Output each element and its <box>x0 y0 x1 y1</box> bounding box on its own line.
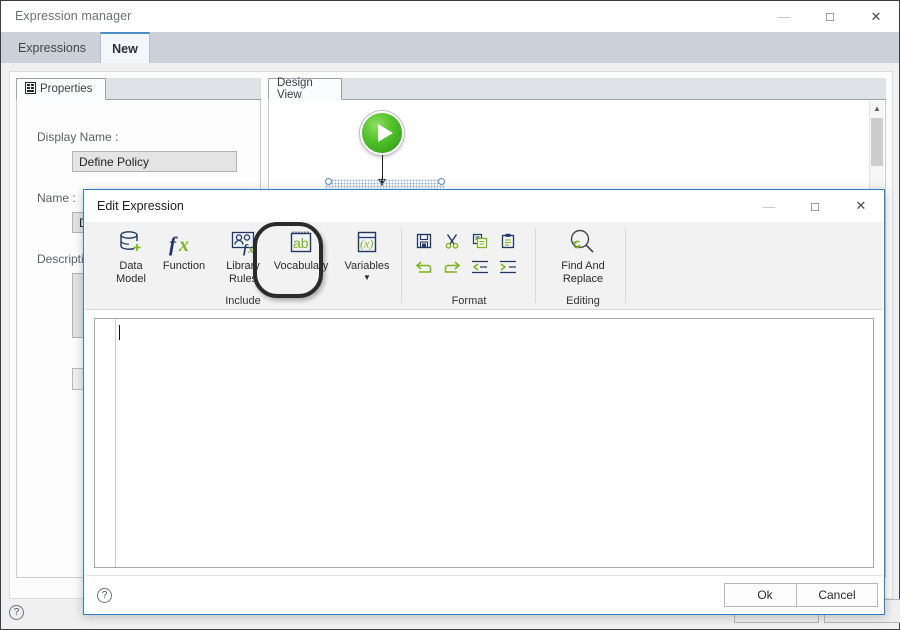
dialog-maximize-button[interactable]: □ <box>792 190 838 222</box>
main-window-title: Expression manager <box>15 9 132 23</box>
scroll-up-arrow-icon[interactable]: ▲ <box>870 101 884 116</box>
ribbon-separator <box>401 228 402 303</box>
dialog-close-button[interactable]: ✕ <box>838 190 884 222</box>
database-add-icon <box>116 226 146 260</box>
display-name-label: Display Name : <box>37 130 119 144</box>
panel-tab-design-view-label: Design View <box>277 77 313 101</box>
panel-tab-properties-label: Properties <box>40 83 93 95</box>
properties-icon <box>25 81 36 97</box>
redo-button[interactable] <box>439 256 465 278</box>
play-start-icon[interactable] <box>360 111 404 155</box>
function-label-line1: Function <box>162 260 206 272</box>
fx-icon: f x <box>167 226 201 260</box>
main-close-button[interactable]: ✕ <box>853 1 899 32</box>
dialog-titlebar: Edit Expression — □ ✕ <box>84 190 884 222</box>
text-caret <box>119 325 120 340</box>
ribbon-group-include-label: Include <box>225 295 261 307</box>
ribbon-group-include: Data Model f x Function f x Library Rule… <box>103 222 403 309</box>
name-label: Name : <box>37 191 76 205</box>
find-replace-magnifier-icon <box>567 226 599 260</box>
properties-tabbar: Properties <box>16 78 261 100</box>
display-name-input[interactable]: Define Policy <box>72 151 237 172</box>
main-tabstrip: Expressions New <box>1 32 899 63</box>
panel-tab-properties[interactable]: Properties <box>16 78 106 100</box>
selection-band <box>325 179 445 189</box>
tab-new[interactable]: New <box>100 32 150 63</box>
main-maximize-button[interactable]: □ <box>807 1 853 32</box>
vocabulary-button[interactable]: ab Vocabulary <box>265 226 337 273</box>
function-button[interactable]: f x Function <box>151 226 217 273</box>
panel-tab-design-view[interactable]: Design View <box>268 77 342 101</box>
design-view-tabbar: Design View <box>268 77 886 101</box>
main-minimize-button[interactable]: — <box>761 1 807 32</box>
dialog-minimize-button[interactable]: — <box>746 190 792 222</box>
main-titlebar: Expression manager — □ ✕ <box>1 1 899 32</box>
expression-editor[interactable] <box>94 318 874 568</box>
main-help-icon[interactable]: ? <box>9 605 24 620</box>
library-rules-button[interactable]: f x Library Rules <box>219 226 267 286</box>
find-and-replace-label-line1: Find And <box>561 260 605 272</box>
dialog-footer: ? Ok Cancel <box>85 575 883 613</box>
data-model-label-line1: Data <box>119 260 143 272</box>
outdent-button[interactable] <box>467 256 493 278</box>
selection-handle[interactable] <box>438 178 445 185</box>
selection-handle[interactable] <box>325 178 332 185</box>
scrollbar-thumb[interactable] <box>871 118 883 166</box>
undo-button[interactable] <box>411 256 437 278</box>
save-button[interactable] <box>411 230 437 252</box>
ribbon-group-editing: Find And Replace Editing <box>543 222 623 309</box>
dialog-help-icon[interactable]: ? <box>97 588 112 603</box>
svg-text:(x): (x) <box>360 237 373 251</box>
dialog-title: Edit Expression <box>97 199 184 213</box>
paste-button[interactable] <box>495 230 521 252</box>
dialog-ok-button[interactable]: Ok <box>724 583 806 607</box>
variables-button[interactable]: (x) Variables ▼ <box>337 226 397 282</box>
ribbon-group-editing-label: Editing <box>566 295 600 307</box>
indent-button[interactable] <box>495 256 521 278</box>
library-rules-label-line2: Rules <box>228 273 258 285</box>
dialog-window-controls: — □ ✕ <box>746 190 884 222</box>
library-rules-icon: f x <box>228 226 258 260</box>
variables-label-line1: Variables <box>344 260 390 272</box>
vocabulary-ab-icon: ab <box>286 226 316 260</box>
edit-expression-dialog: Edit Expression — □ ✕ Data Model f x Fun… <box>83 189 885 615</box>
svg-text:ab: ab <box>293 235 309 251</box>
cut-button[interactable] <box>439 230 465 252</box>
main-window-controls: — □ ✕ <box>761 1 899 32</box>
dialog-cancel-button[interactable]: Cancel <box>796 583 878 607</box>
dialog-ribbon: Data Model f x Function f x Library Rule… <box>85 222 883 310</box>
library-rules-label-line1: Library <box>226 260 260 272</box>
vocabulary-label-line1: Vocabulary <box>273 260 329 272</box>
ribbon-group-format-label: Format <box>451 295 487 307</box>
svg-text:f: f <box>169 232 178 256</box>
editor-gutter <box>95 319 116 567</box>
copy-button[interactable] <box>467 230 493 252</box>
ribbon-separator <box>625 228 626 303</box>
ribbon-separator <box>535 228 536 303</box>
variables-x-icon: (x) <box>352 226 382 260</box>
svg-text:x: x <box>247 242 254 256</box>
find-and-replace-label-line2: Replace <box>562 273 604 285</box>
svg-text:x: x <box>178 234 189 256</box>
tab-expressions[interactable]: Expressions <box>9 32 95 63</box>
data-model-label-line2: Model <box>116 273 146 285</box>
find-and-replace-button[interactable]: Find And Replace <box>549 226 617 286</box>
chevron-down-icon[interactable]: ▼ <box>363 273 371 282</box>
ribbon-group-format: Format <box>409 222 529 309</box>
